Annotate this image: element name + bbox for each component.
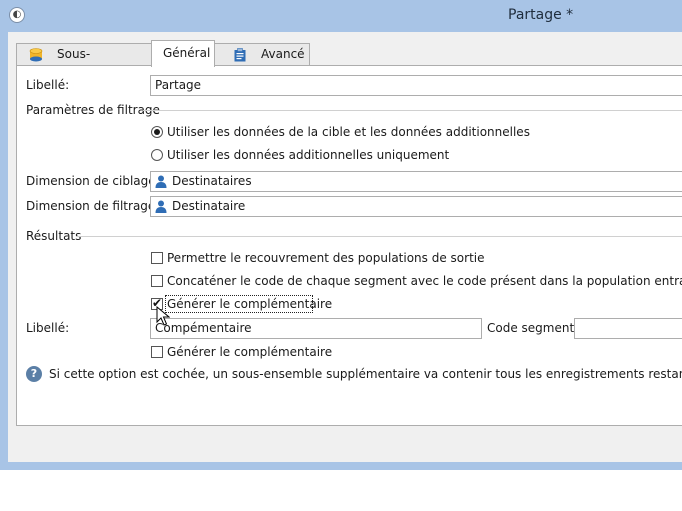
section-divider xyxy=(143,110,682,111)
complement-libelle-label: Libellé: xyxy=(26,321,70,335)
targeting-dimension-field[interactable]: Destinataires xyxy=(150,171,682,192)
checkbox-label: Permettre le recouvrement des population… xyxy=(167,251,485,265)
window-title: Partage * xyxy=(508,7,574,23)
title-bar[interactable]: ◐ Partage * xyxy=(0,0,682,32)
general-panel: Libellé: Partage Paramètres de filtrage … xyxy=(16,65,682,426)
help-icon: ? xyxy=(26,366,42,382)
checkbox-label: Générer le complémentaire xyxy=(167,297,333,311)
complement-libelle-input[interactable]: Compémentaire xyxy=(150,318,482,339)
tab-label: Avancé xyxy=(261,47,305,61)
radio-target-and-additional[interactable] xyxy=(151,126,163,138)
filtering-dimension-label: Dimension de filtrage: xyxy=(26,199,160,213)
person-icon xyxy=(155,200,167,213)
tab-avance[interactable]: Avancé xyxy=(214,43,310,66)
app-icon[interactable]: ◐ xyxy=(9,7,25,23)
tab-label: Général xyxy=(163,46,211,60)
dialog-window: ◐ Partage * Sous-ensembles Général xyxy=(0,0,682,470)
segment-code-label: Code segment: xyxy=(487,321,579,335)
filtering-dimension-field[interactable]: Destinataire xyxy=(150,196,682,217)
checkbox-allow-overlap[interactable] xyxy=(151,252,163,264)
clipboard-icon xyxy=(234,48,246,62)
tab-bar: Sous-ensembles Général Avancé xyxy=(16,40,682,82)
targeting-dimension-value: Destinataires xyxy=(172,174,252,188)
dialog-client-area: Sous-ensembles Général Avancé Libellé: P… xyxy=(8,32,682,462)
radio-label: Utiliser les données additionnelles uniq… xyxy=(167,148,450,162)
section-divider xyxy=(76,236,682,237)
segment-code-input[interactable] xyxy=(574,318,682,339)
tab-sous-ensembles[interactable]: Sous-ensembles xyxy=(16,43,152,82)
checkbox-concatenate-code[interactable] xyxy=(151,275,163,287)
libelle-input[interactable]: Partage xyxy=(150,75,682,96)
checkbox-label: Générer le complémentaire xyxy=(167,345,333,359)
tab-general[interactable]: Général xyxy=(151,40,215,67)
radio-label: Utiliser les données de la cible et les … xyxy=(167,125,530,139)
database-icon xyxy=(29,48,43,62)
results-section-title: Résultats xyxy=(26,229,82,243)
person-icon xyxy=(155,175,167,188)
filtering-dimension-value: Destinataire xyxy=(172,199,246,213)
targeting-dimension-label: Dimension de ciblage: xyxy=(26,174,160,188)
checkbox-label: Concaténer le code de chaque segment ave… xyxy=(167,274,682,288)
checkbox-generate-complement-2[interactable] xyxy=(151,346,163,358)
mouse-cursor-icon xyxy=(156,306,170,326)
libelle-label: Libellé: xyxy=(26,78,70,92)
filter-section-title: Paramètres de filtrage xyxy=(26,103,160,117)
help-text: Si cette option est cochée, un sous-ense… xyxy=(49,367,682,381)
radio-additional-only[interactable] xyxy=(151,149,163,161)
